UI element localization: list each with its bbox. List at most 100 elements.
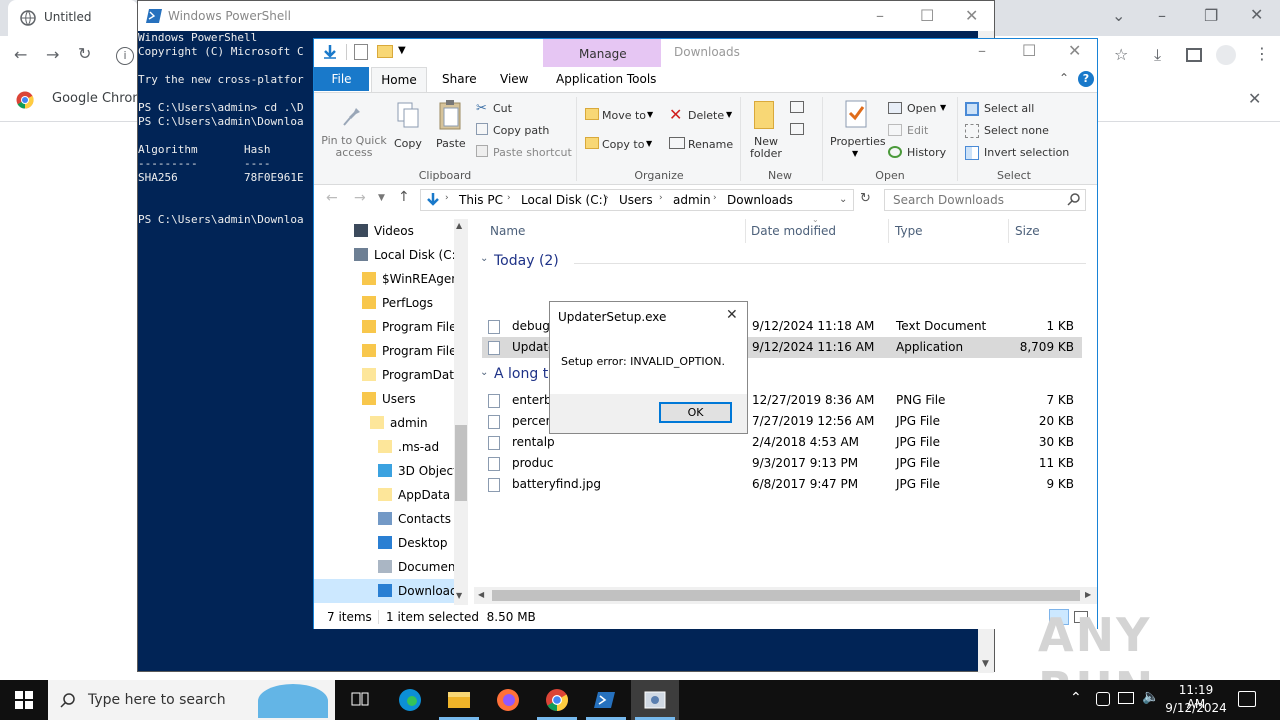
ps-minimize-icon[interactable]: –: [876, 6, 884, 25]
column-divider[interactable]: [745, 219, 746, 243]
history-button[interactable]: History: [907, 146, 946, 159]
address-dropdown-icon[interactable]: ⌄: [839, 194, 847, 205]
tab-share[interactable]: Share: [442, 72, 477, 86]
nav-item[interactable]: Contacts: [314, 507, 454, 531]
quick-access-down-icon[interactable]: [322, 44, 338, 60]
column-date-modified[interactable]: Date modified: [751, 224, 836, 238]
breadcrumb-admin[interactable]: admin: [673, 193, 711, 207]
horizontal-scrollbar[interactable]: ◀ ▶: [474, 587, 1097, 604]
nav-item[interactable]: $WinREAgent: [314, 267, 464, 291]
dialog-close-icon[interactable]: ✕: [726, 307, 738, 323]
scroll-right-icon[interactable]: ▶: [1085, 590, 1091, 599]
side-panel-icon[interactable]: [1186, 48, 1202, 62]
bar-close-icon[interactable]: ✕: [1248, 89, 1261, 108]
nav-item[interactable]: Documents: [314, 555, 466, 579]
file-explorer-icon[interactable]: [435, 680, 483, 720]
open-dropdown-icon[interactable]: ▼: [940, 103, 946, 112]
rename-button[interactable]: Rename: [688, 138, 733, 151]
explorer-titlebar[interactable]: ▼ Manage Downloads – ☐ ✕: [314, 39, 1097, 67]
profile-icon[interactable]: [1216, 45, 1236, 65]
address-box[interactable]: › This PC › Local Disk (C:) › Users › ad…: [420, 189, 854, 211]
clock-date[interactable]: 9/12/2024: [1165, 701, 1227, 715]
delete-dropdown-icon[interactable]: ▼: [726, 110, 732, 119]
column-type[interactable]: Type: [895, 224, 923, 238]
properties-dropdown-icon[interactable]: ▼: [852, 149, 858, 158]
column-divider[interactable]: [1008, 219, 1009, 243]
tab-application-tools[interactable]: Application Tools: [556, 72, 656, 86]
nav-item[interactable]: Downloads: [314, 579, 464, 603]
nav-item[interactable]: ProgramData: [314, 363, 461, 387]
search-icon[interactable]: [1067, 192, 1081, 206]
scroll-down-icon[interactable]: ▼: [456, 591, 462, 600]
nav-forward-icon[interactable]: →: [354, 190, 366, 206]
group-a-long-time-ago[interactable]: A long ti: [494, 366, 552, 382]
nav-scroll-thumb[interactable]: [455, 425, 467, 501]
h-scroll-thumb[interactable]: [492, 590, 1080, 601]
network-icon[interactable]: [1118, 692, 1134, 704]
new-item-icon[interactable]: [790, 101, 804, 113]
chrome-taskbar-icon[interactable]: [533, 680, 581, 720]
copy-button[interactable]: Copy: [394, 137, 422, 150]
new-folder-label-2[interactable]: folder: [750, 147, 782, 160]
menu-icon[interactable]: ⋮: [1254, 44, 1270, 63]
nav-item[interactable]: Program Files: [314, 339, 463, 363]
nav-item[interactable]: Program Files: [314, 315, 463, 339]
forward-icon[interactable]: →: [46, 45, 59, 64]
group-collapse-icon[interactable]: ⌄: [480, 253, 488, 264]
ex-minimize-icon[interactable]: –: [978, 41, 986, 60]
tab-view[interactable]: View: [500, 72, 528, 86]
file-row[interactable]: batteryfind.jpg 6/8/2017 9:47 PM JPG File 9…: [482, 474, 1082, 495]
group-collapse-icon[interactable]: ⌄: [480, 367, 488, 378]
copy-path-button[interactable]: Copy path: [493, 124, 549, 137]
star-icon[interactable]: ☆: [1114, 45, 1128, 64]
select-none-button[interactable]: Select none: [984, 124, 1049, 137]
back-icon[interactable]: ←: [14, 45, 27, 64]
pin-to-quick-access-button[interactable]: Pin to Quick access: [321, 135, 387, 159]
ok-button[interactable]: OK: [659, 402, 732, 423]
nav-item[interactable]: Videos: [314, 219, 454, 243]
minimize-icon[interactable]: –: [1158, 6, 1166, 25]
group-today[interactable]: Today (2): [494, 253, 559, 269]
tab-file[interactable]: File: [314, 67, 369, 91]
breadcrumb-local-disk[interactable]: Local Disk (C:): [521, 193, 607, 207]
nav-scrollbar[interactable]: ▲ ▼: [454, 219, 468, 605]
copy-to-button[interactable]: Copy to: [602, 138, 644, 151]
tab-home[interactable]: Home: [371, 67, 427, 93]
powershell-titlebar[interactable]: Windows PowerShell – ☐ ✕: [138, 1, 994, 31]
firefox-icon[interactable]: [484, 680, 532, 720]
tray-app-icon[interactable]: [1096, 692, 1110, 706]
ex-maximize-icon[interactable]: ☐: [1022, 41, 1036, 60]
column-divider[interactable]: [888, 219, 889, 243]
customize-qa-icon[interactable]: ▼: [398, 45, 406, 56]
search-downloads-input[interactable]: Search Downloads: [884, 189, 1086, 211]
file-row[interactable]: rentalp 2/4/2018 4:53 AM JPG File 30 KB: [482, 432, 1082, 453]
task-view-icon[interactable]: [336, 680, 384, 720]
error-dialog[interactable]: UpdaterSetup.exe ✕ Setup error: INVALID_…: [549, 301, 748, 434]
windows-start-icon[interactable]: [15, 691, 33, 709]
move-to-dropdown-icon[interactable]: ▼: [647, 110, 653, 119]
scroll-left-icon[interactable]: ◀: [478, 590, 484, 599]
select-all-button[interactable]: Select all: [984, 102, 1034, 115]
scroll-down-icon[interactable]: ▼: [982, 659, 989, 669]
paste-shortcut-button[interactable]: Paste shortcut: [493, 146, 572, 159]
collapse-ribbon-icon[interactable]: ⌃: [1059, 71, 1069, 85]
taskbar-search-box[interactable]: Type here to search: [48, 680, 335, 720]
help-icon[interactable]: ?: [1078, 71, 1094, 87]
nav-item[interactable]: admin: [314, 411, 454, 435]
new-folder-qa-icon[interactable]: [377, 45, 393, 58]
ps-maximize-icon[interactable]: ☐: [920, 6, 934, 25]
refresh-icon[interactable]: ↻: [860, 191, 871, 206]
chevron-down-icon[interactable]: ⌄: [1112, 6, 1125, 25]
edge-icon[interactable]: [386, 680, 434, 720]
properties-button[interactable]: Properties: [830, 135, 886, 148]
invert-selection-button[interactable]: Invert selection: [984, 146, 1069, 159]
volume-icon[interactable]: 🔈: [1142, 689, 1159, 705]
nav-item[interactable]: .ms-ad: [314, 435, 454, 459]
edit-button[interactable]: Edit: [907, 124, 928, 137]
column-name[interactable]: Name: [490, 224, 525, 238]
file-row[interactable]: produc 9/3/2017 9:13 PM JPG File 11 KB: [482, 453, 1082, 474]
cut-button[interactable]: Cut: [493, 102, 512, 115]
nav-item[interactable]: AppData: [314, 483, 454, 507]
ps-close-icon[interactable]: ✕: [965, 6, 978, 25]
tray-chevron-icon[interactable]: ⌃: [1070, 690, 1082, 706]
